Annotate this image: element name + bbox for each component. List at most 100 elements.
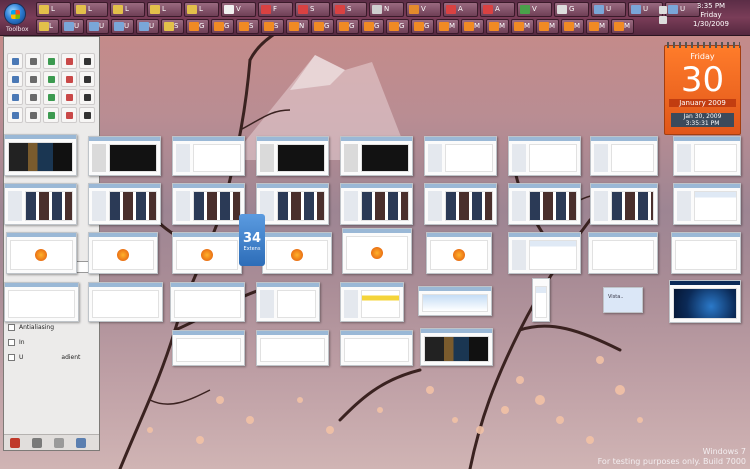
- measure-tool-icon[interactable]: [7, 89, 23, 105]
- foreground-select-tool-icon[interactable]: [25, 71, 41, 87]
- option-3[interactable]: U adient: [8, 354, 80, 361]
- window-thumbnail[interactable]: [673, 136, 741, 176]
- taskbar-button[interactable]: N: [369, 2, 404, 17]
- window-thumbnail[interactable]: [170, 282, 245, 322]
- option-antialiasing[interactable]: Antialiasing: [8, 324, 54, 331]
- window-thumbnail[interactable]: [426, 232, 492, 274]
- window-thumbnail[interactable]: [340, 282, 404, 322]
- delete-icon[interactable]: [54, 438, 64, 448]
- restore-icon[interactable]: [32, 438, 42, 448]
- window-thumbnail[interactable]: [669, 280, 741, 323]
- text-tool-icon[interactable]: [79, 107, 95, 123]
- taskbar-button[interactable]: M: [611, 19, 634, 34]
- taskbar-button[interactable]: A: [443, 2, 478, 17]
- taskbar-button[interactable]: F: [258, 2, 293, 17]
- window-thumbnail[interactable]: [172, 136, 245, 176]
- window-thumbnail[interactable]: [673, 183, 741, 225]
- taskbar-button[interactable]: M: [486, 19, 509, 34]
- paths-tool-icon[interactable]: [43, 71, 59, 87]
- checkbox[interactable]: [8, 324, 15, 331]
- taskbar-button[interactable]: U: [136, 19, 159, 34]
- window-thumbnail[interactable]: [340, 136, 413, 176]
- rect-select-tool-icon[interactable]: [7, 53, 23, 69]
- taskbar-button[interactable]: S: [236, 19, 259, 34]
- move-tool-icon[interactable]: [25, 89, 41, 105]
- taskbar-button[interactable]: L: [110, 2, 145, 17]
- zoom-tool-icon[interactable]: [79, 71, 95, 87]
- taskbar-button[interactable]: V: [517, 2, 552, 17]
- window-thumbnail[interactable]: [588, 232, 658, 274]
- taskbar-button[interactable]: S: [161, 19, 184, 34]
- window-thumbnail[interactable]: [4, 282, 79, 322]
- window-thumbnail[interactable]: [508, 136, 581, 176]
- taskbar-clock[interactable]: 3:35 PM Friday 1/30/2009: [676, 2, 746, 29]
- color-picker-tool-icon[interactable]: [61, 71, 77, 87]
- taskbar-button[interactable]: G: [554, 2, 589, 17]
- crop-tool-icon[interactable]: [61, 89, 77, 105]
- taskbar-button[interactable]: G: [211, 19, 234, 34]
- window-thumbnail[interactable]: [88, 282, 163, 322]
- taskbar-button[interactable]: M: [436, 19, 459, 34]
- lasso-tool-icon[interactable]: [43, 53, 59, 69]
- taskbar-button[interactable]: U: [61, 19, 84, 34]
- start-button[interactable]: [4, 3, 26, 25]
- window-thumbnail[interactable]: [262, 232, 332, 274]
- window-thumbnail[interactable]: [340, 183, 413, 225]
- taskbar-button[interactable]: L: [184, 2, 219, 17]
- rotate-tool-icon[interactable]: [79, 89, 95, 105]
- window-thumbnail[interactable]: [424, 183, 497, 225]
- taskbar-button[interactable]: V: [406, 2, 441, 17]
- taskbar-button[interactable]: G: [186, 19, 209, 34]
- taskbar-button[interactable]: M: [561, 19, 584, 34]
- window-thumbnail[interactable]: [671, 232, 741, 274]
- window-thumbnail[interactable]: [342, 228, 412, 274]
- window-thumbnail[interactable]: [88, 232, 158, 274]
- calendar-gadget[interactable]: Friday 30 January 2009 Jan 30, 2009 3:35…: [664, 42, 741, 135]
- window-thumbnail[interactable]: [256, 330, 329, 366]
- window-thumbnail[interactable]: [4, 134, 77, 176]
- taskbar-button[interactable]: G: [386, 19, 409, 34]
- window-thumbnail[interactable]: [172, 330, 245, 366]
- window-thumbnail[interactable]: [88, 136, 161, 176]
- window-thumbnail[interactable]: [532, 278, 550, 322]
- taskbar-button[interactable]: N: [286, 19, 309, 34]
- taskbar-button[interactable]: S: [261, 19, 284, 34]
- window-thumbnail[interactable]: [420, 328, 493, 366]
- perspective-tool-icon[interactable]: [43, 107, 59, 123]
- window-thumbnail[interactable]: [508, 232, 581, 274]
- taskbar-button[interactable]: L: [36, 19, 59, 34]
- taskbar-button[interactable]: S: [295, 2, 330, 17]
- taskbar-button[interactable]: V: [221, 2, 256, 17]
- ellipse-select-tool-icon[interactable]: [25, 53, 41, 69]
- taskbar-button[interactable]: A: [480, 2, 515, 17]
- window-thumbnail[interactable]: [590, 183, 658, 225]
- magic-wand-tool-icon[interactable]: [61, 53, 77, 69]
- taskbar-button[interactable]: G: [311, 19, 334, 34]
- window-thumbnail[interactable]: [172, 183, 245, 225]
- taskbar-button[interactable]: G: [411, 19, 434, 34]
- window-thumbnail[interactable]: [424, 136, 497, 176]
- taskbar-button[interactable]: M: [511, 19, 534, 34]
- shear-tool-icon[interactable]: [25, 107, 41, 123]
- checkbox[interactable]: [8, 339, 15, 346]
- reset-icon[interactable]: [76, 438, 86, 448]
- taskbar-button[interactable]: G: [336, 19, 359, 34]
- window-thumbnail[interactable]: [4, 183, 77, 225]
- window-thumbnail[interactable]: [256, 136, 329, 176]
- flip-tool-icon[interactable]: [61, 107, 77, 123]
- scale-tool-icon[interactable]: [7, 107, 23, 123]
- window-thumbnail[interactable]: [256, 183, 329, 225]
- scissors-tool-icon[interactable]: [7, 71, 23, 87]
- taskbar-button[interactable]: U: [86, 19, 109, 34]
- window-thumbnail[interactable]: [590, 136, 658, 176]
- taskbar-button[interactable]: L: [36, 2, 71, 17]
- taskbar-button[interactable]: L: [73, 2, 108, 17]
- taskbar-button[interactable]: S: [332, 2, 367, 17]
- window-thumbnail[interactable]: [256, 282, 320, 322]
- window-thumbnail[interactable]: [340, 330, 413, 366]
- window-thumbnail[interactable]: Vista..: [603, 287, 643, 313]
- sheet-widget[interactable]: 34 Extens: [239, 214, 265, 266]
- save-icon[interactable]: [10, 438, 20, 448]
- taskbar-button[interactable]: L: [147, 2, 182, 17]
- option-2[interactable]: In: [8, 339, 25, 346]
